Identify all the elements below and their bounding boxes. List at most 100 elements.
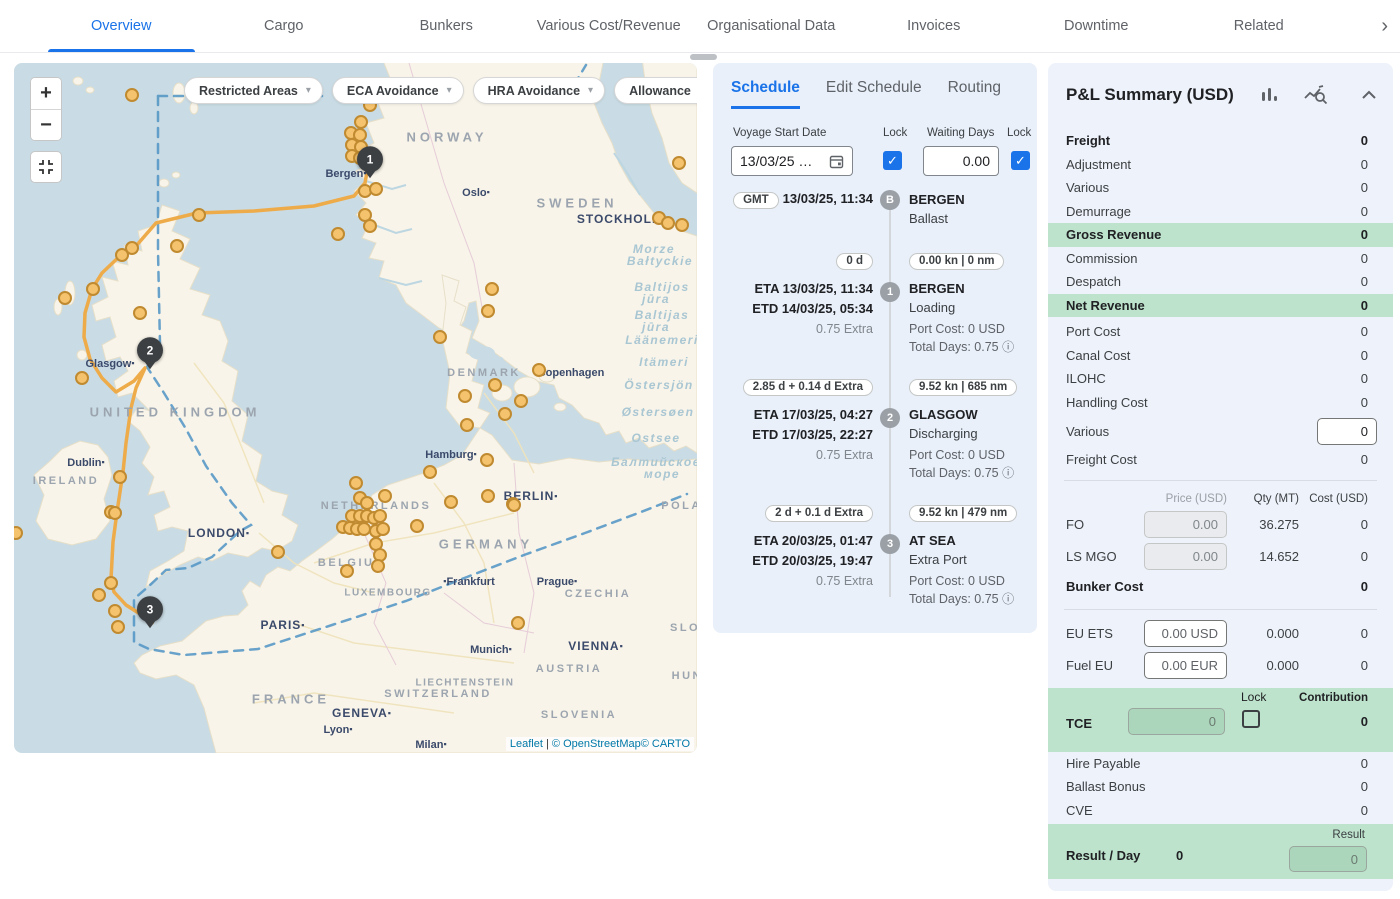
pnl-row-demurrage: Demurrage0	[1048, 200, 1393, 224]
tab-organisational-data[interactable]: Organisational Data	[690, 0, 853, 52]
extra-days: 0.75 Extra	[729, 319, 873, 340]
waiting-days-label: Waiting Days	[927, 127, 994, 139]
schedule-panel: ScheduleEdit ScheduleRouting Voyage Star…	[713, 63, 1037, 633]
schedule-tabs: Schedule Edit Schedule Routing	[713, 63, 1037, 109]
filter-allowance[interactable]: Allowance▾	[614, 77, 697, 104]
info-icon[interactable]: ⓘ	[1002, 340, 1014, 354]
tab-invoices[interactable]: Invoices	[853, 0, 1016, 52]
pnl-row-freight: Freight0	[1048, 129, 1393, 153]
panel-resize-handle[interactable]	[690, 54, 717, 60]
timeline-node: 3	[880, 534, 900, 554]
etd: ETD 14/03/25, 05:34	[729, 299, 873, 319]
timeline-node-b: B	[880, 190, 900, 210]
port-activity: Discharging	[909, 424, 1029, 443]
eu-price-input[interactable]: 0.00 EUR	[1144, 652, 1227, 679]
osm-link[interactable]: © OpenStreetMap	[552, 738, 641, 750]
chevron-down-icon: ▾	[447, 85, 452, 96]
info-icon[interactable]: ⓘ	[1002, 592, 1014, 606]
result-input[interactable]: 0	[1289, 846, 1367, 872]
pnl-row-ballast-bonus: Ballast Bonus0	[1048, 775, 1393, 799]
various-cost-input[interactable]: 0	[1317, 418, 1377, 445]
extra-days: 0.75 Extra	[729, 445, 873, 466]
pnl-title: P&L Summary (USD)	[1066, 85, 1234, 105]
filter-hra-avoidance[interactable]: HRA Avoidance▾	[473, 77, 605, 104]
filter-restricted-areas[interactable]: Restricted Areas▾	[184, 77, 323, 104]
pnl-row-bunker-cost: Bunker Cost0	[1048, 573, 1393, 601]
carto-link[interactable]: © CARTO	[641, 738, 690, 750]
contribution-label: Contribution	[1299, 692, 1368, 704]
tce-lock-checkbox[interactable]	[1242, 710, 1260, 728]
waiting-days-lock-checkbox[interactable]: ✓	[1011, 151, 1030, 170]
pnl-row-commission: Commission0	[1048, 247, 1393, 271]
bunker-table-header: Price (USD) Qty (MT) Cost (USD)	[1048, 489, 1393, 509]
port-activity: Loading	[909, 298, 1029, 317]
port-name: BERGEN	[909, 279, 1029, 298]
pnl-row-canal-cost: Canal Cost0	[1048, 344, 1393, 368]
voyage-map[interactable]: MorzeBałtyckieBaltijosjūraBaltijasjūraLä…	[14, 63, 697, 753]
route-markers: 1 2 3	[14, 63, 697, 753]
route-stop-marker[interactable]: 1	[357, 146, 383, 172]
tab-downtime[interactable]: Downtime	[1015, 0, 1178, 52]
eta: ETA 13/03/25, 11:34	[729, 279, 873, 299]
sched-tab-routing[interactable]: Routing	[948, 79, 1001, 109]
pnl-row-net-revenue: Net Revenue0	[1048, 294, 1393, 318]
eu-price-input[interactable]: 0.00 USD	[1144, 620, 1227, 647]
extra-days: 0.75 Extra	[729, 571, 873, 592]
sched-tab-edit-schedule[interactable]: Edit Schedule	[826, 79, 922, 109]
sched-tab-schedule[interactable]: Schedule	[731, 79, 800, 109]
port-cost: Port Cost: 0 USD	[909, 446, 1029, 464]
bar-chart-icon[interactable]	[1260, 86, 1280, 104]
voyage-start-lock-checkbox[interactable]: ✓	[883, 151, 902, 170]
pnl-row-various: Various0	[1048, 176, 1393, 200]
zoom-in-button[interactable]: +	[31, 78, 61, 109]
route-stop-marker[interactable]: 3	[137, 596, 163, 622]
zoom-out-button[interactable]: −	[31, 109, 61, 140]
trend-analysis-icon[interactable]	[1304, 85, 1328, 105]
tab-bunkers[interactable]: Bunkers	[365, 0, 528, 52]
pnl-row-various-editable: Various 0	[1048, 414, 1393, 448]
filter-eca-avoidance[interactable]: ECA Avoidance▾	[332, 77, 464, 104]
port-name: AT SEA	[909, 531, 1029, 550]
pnl-tce-row: TCE 0 Lock Contribution 0	[1048, 688, 1393, 752]
total-days: Total Days: 0.75 ⓘ	[909, 464, 1029, 482]
waiting-days-input[interactable]: 0.00	[923, 146, 999, 176]
tce-lock-label: Lock	[1241, 690, 1266, 704]
pnl-summary-panel: P&L Summary (USD) Freight0Adjustment0Var…	[1048, 63, 1393, 891]
pnl-row-freight-cost: Freight Cost0	[1048, 448, 1393, 472]
duration-badge: 2 d + 0.1 d Extra	[765, 505, 873, 522]
map-zoom-control: + −	[30, 77, 62, 141]
voyage-start-date-input[interactable]: 13/03/25 …	[731, 146, 853, 176]
tab-overview[interactable]: Overview	[40, 0, 203, 52]
pnl-bunker-row-lsmgo: LS MGO 0.00 14.652 0	[1048, 541, 1393, 573]
chevron-down-icon: ▾	[588, 85, 593, 96]
lock-label-2: Lock	[1007, 127, 1031, 139]
tabs-overflow-chevron-icon[interactable]: ›	[1381, 0, 1388, 53]
fit-bounds-button[interactable]	[30, 151, 62, 183]
leaflet-link[interactable]: Leaflet	[510, 738, 543, 750]
collapse-chevron-icon[interactable]	[1361, 90, 1377, 100]
pnl-row-hire-payable: Hire Payable0	[1048, 752, 1393, 776]
pnl-row-adjustment: Adjustment0	[1048, 153, 1393, 177]
port-cost: Port Cost: 0 USD	[909, 572, 1029, 590]
tce-input[interactable]: 0	[1128, 708, 1225, 735]
tab-related[interactable]: Related	[1178, 0, 1341, 52]
bunker-price-input[interactable]: 0.00	[1144, 511, 1227, 538]
pnl-result-row: Result / Day 0 Result 0	[1048, 824, 1393, 879]
port-name: BERGEN	[909, 190, 1029, 209]
map-filter-bar: Restricted Areas▾ ECA Avoidance▾ HRA Avo…	[184, 77, 697, 104]
duration-badge: 2.85 d + 0.14 d Extra	[743, 379, 873, 396]
port-activity: Extra Port	[909, 550, 1029, 569]
timeline-node: 1	[880, 282, 900, 302]
total-days: Total Days: 0.75 ⓘ	[909, 590, 1029, 608]
tab-cargo[interactable]: Cargo	[203, 0, 366, 52]
info-icon[interactable]: ⓘ	[1002, 466, 1014, 480]
speed-distance-badge: 9.52 kn | 479 nm	[909, 505, 1017, 522]
bunker-price-input[interactable]: 0.00	[1144, 543, 1227, 570]
top-tab-bar: Overview Cargo Bunkers Various Cost/Reve…	[0, 0, 1400, 53]
pnl-row-fuel-eu: Fuel EU 0.00 EUR 0.000 0	[1048, 650, 1393, 682]
route-stop-marker[interactable]: 2	[137, 337, 163, 363]
total-days: Total Days: 0.75 ⓘ	[909, 338, 1029, 356]
pnl-row-eu-ets: EU ETS 0.00 USD 0.000 0	[1048, 618, 1393, 650]
tab-various-cost-revenue[interactable]: Various Cost/Revenue	[528, 0, 691, 52]
eta: ETA 17/03/25, 04:27	[729, 405, 873, 425]
